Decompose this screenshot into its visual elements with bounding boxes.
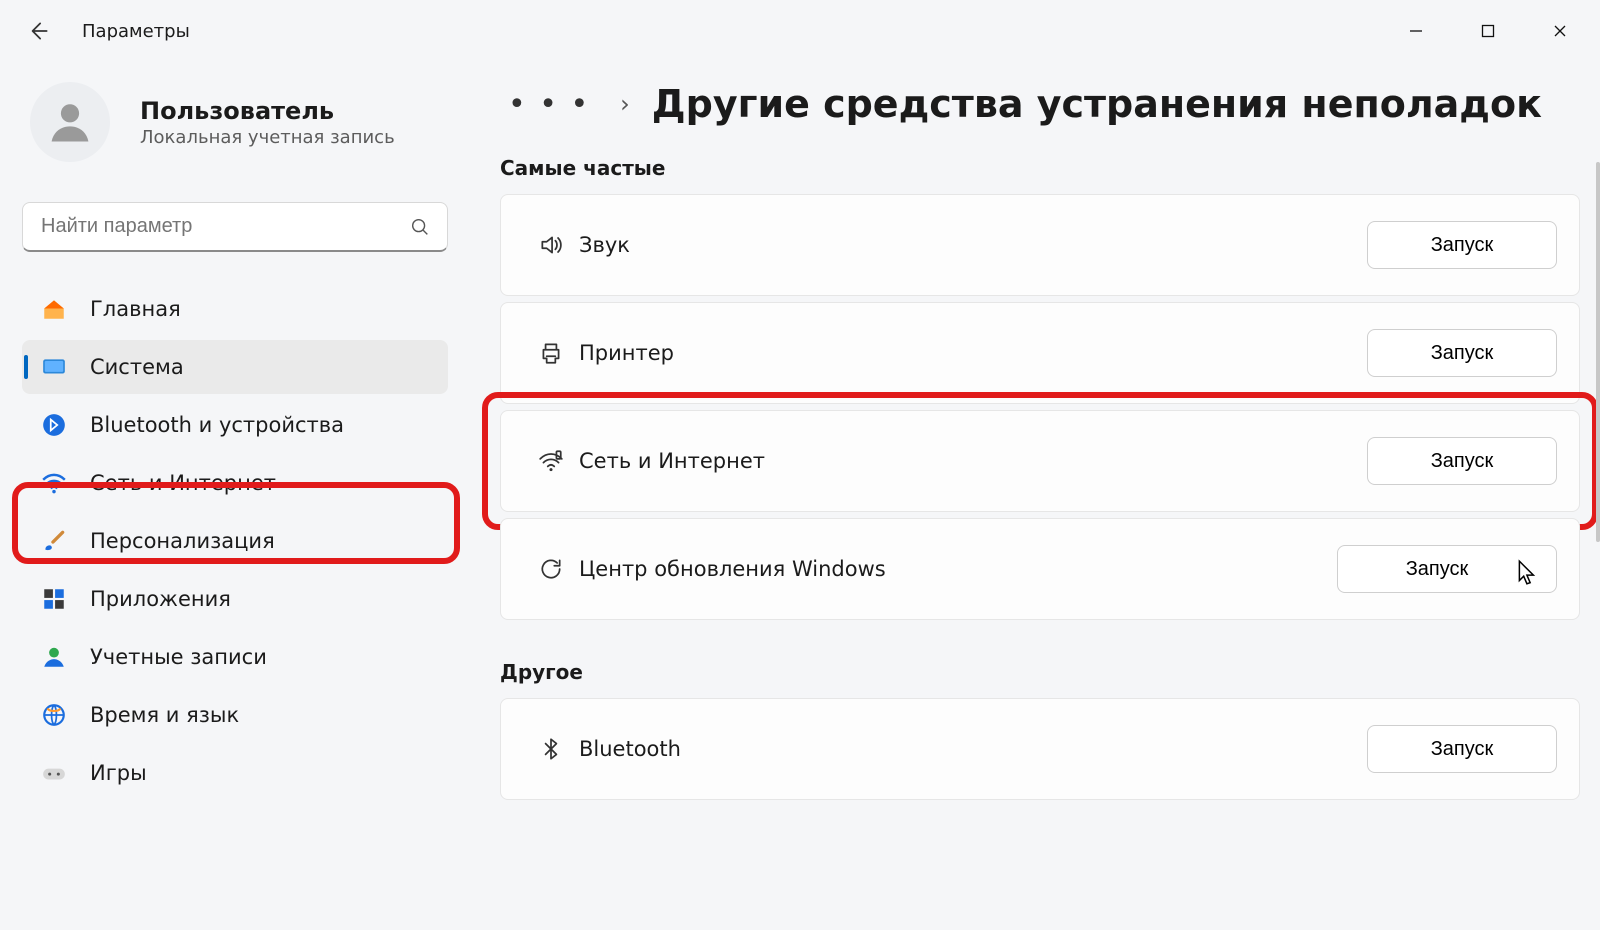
run-button[interactable]: Запуск bbox=[1367, 437, 1557, 485]
account-icon bbox=[40, 643, 68, 671]
brush-icon bbox=[40, 527, 68, 555]
sidebar: Пользователь Локальная учетная запись Гл… bbox=[0, 62, 470, 930]
apps-icon bbox=[40, 585, 68, 613]
user-block[interactable]: Пользователь Локальная учетная запись bbox=[22, 82, 448, 162]
run-button[interactable]: Запуск bbox=[1367, 329, 1557, 377]
sidebar-item-system[interactable]: Система bbox=[22, 340, 448, 394]
close-icon bbox=[1552, 23, 1568, 39]
sidebar-item-personalization[interactable]: Персонализация bbox=[22, 514, 448, 568]
sidebar-item-label: Учетные записи bbox=[90, 645, 267, 669]
back-arrow-icon bbox=[25, 18, 51, 44]
search-input[interactable] bbox=[39, 214, 409, 239]
sidebar-item-label: Персонализация bbox=[90, 529, 275, 553]
breadcrumb-more[interactable]: • • • bbox=[500, 83, 598, 126]
maximize-icon bbox=[1481, 24, 1495, 38]
bluetooth-icon bbox=[40, 411, 68, 439]
sidebar-item-home[interactable]: Главная bbox=[22, 282, 448, 336]
breadcrumb: • • • › Другие средства устранения непол… bbox=[500, 82, 1580, 126]
sound-icon bbox=[523, 232, 579, 258]
troubleshooter-bluetooth[interactable]: Bluetooth Запуск bbox=[500, 698, 1580, 800]
sidebar-item-bluetooth[interactable]: Bluetooth и устройства bbox=[22, 398, 448, 452]
sidebar-item-accounts[interactable]: Учетные записи bbox=[22, 630, 448, 684]
card-label: Центр обновления Windows bbox=[579, 557, 886, 581]
troubleshooter-network[interactable]: Сеть и Интернет Запуск bbox=[500, 410, 1580, 512]
chevron-right-icon: › bbox=[620, 90, 630, 118]
sidebar-item-network[interactable]: Сеть и Интернет bbox=[22, 456, 448, 510]
user-subtitle: Локальная учетная запись bbox=[140, 127, 395, 148]
sidebar-item-label: Приложения bbox=[90, 587, 231, 611]
close-button[interactable] bbox=[1524, 7, 1596, 55]
user-name: Пользователь bbox=[140, 97, 395, 125]
sidebar-item-label: Игры bbox=[90, 761, 147, 785]
troubleshooter-windows-update[interactable]: Центр обновления Windows Запуск bbox=[500, 518, 1580, 620]
card-label: Bluetooth bbox=[579, 737, 681, 761]
cursor-icon bbox=[1517, 559, 1539, 587]
avatar bbox=[30, 82, 110, 162]
scrollbar[interactable] bbox=[1596, 162, 1600, 542]
sidebar-item-label: Главная bbox=[90, 297, 181, 321]
card-label: Принтер bbox=[579, 341, 674, 365]
system-icon bbox=[40, 353, 68, 381]
printer-icon bbox=[523, 340, 579, 366]
home-icon bbox=[40, 295, 68, 323]
search-icon bbox=[409, 216, 431, 238]
wifi-icon bbox=[40, 469, 68, 497]
titlebar: Параметры bbox=[0, 0, 1600, 62]
search-box[interactable] bbox=[22, 202, 448, 252]
card-label: Сеть и Интернет bbox=[579, 449, 765, 473]
network-icon bbox=[523, 448, 579, 474]
sidebar-item-gaming[interactable]: Игры bbox=[22, 746, 448, 800]
page-title: Другие средства устранения неполадок bbox=[652, 82, 1542, 126]
sidebar-item-time-language[interactable]: Время и язык bbox=[22, 688, 448, 742]
maximize-button[interactable] bbox=[1452, 7, 1524, 55]
other-troubleshooters: Bluetooth Запуск bbox=[500, 698, 1580, 800]
main-content: • • • › Другие средства устранения непол… bbox=[470, 62, 1600, 930]
bluetooth-icon bbox=[523, 736, 579, 762]
sidebar-item-label: Bluetooth и устройства bbox=[90, 413, 344, 437]
sidebar-item-label: Сеть и Интернет bbox=[90, 471, 276, 495]
troubleshooter-printer[interactable]: Принтер Запуск bbox=[500, 302, 1580, 404]
globe-icon bbox=[40, 701, 68, 729]
gamepad-icon bbox=[40, 759, 68, 787]
app-title: Параметры bbox=[82, 21, 190, 42]
window-controls bbox=[1380, 7, 1596, 55]
minimize-button[interactable] bbox=[1380, 7, 1452, 55]
section-other-title: Другое bbox=[500, 660, 1580, 684]
minimize-icon bbox=[1408, 23, 1424, 39]
sidebar-item-label: Система bbox=[90, 355, 184, 379]
card-label: Звук bbox=[579, 233, 630, 257]
back-button[interactable] bbox=[20, 13, 56, 49]
frequent-troubleshooters: Звук Запуск Принтер Запуск Сеть и Интерн… bbox=[500, 194, 1580, 620]
sidebar-item-apps[interactable]: Приложения bbox=[22, 572, 448, 626]
section-frequent-title: Самые частые bbox=[500, 156, 1580, 180]
avatar-icon bbox=[44, 96, 96, 148]
troubleshooter-sound[interactable]: Звук Запуск bbox=[500, 194, 1580, 296]
run-button[interactable]: Запуск bbox=[1367, 725, 1557, 773]
update-icon bbox=[523, 556, 579, 582]
sidebar-item-label: Время и язык bbox=[90, 703, 239, 727]
sidebar-nav: Главная Система Bluetooth и устройства С… bbox=[22, 282, 448, 800]
run-button[interactable]: Запуск bbox=[1367, 221, 1557, 269]
